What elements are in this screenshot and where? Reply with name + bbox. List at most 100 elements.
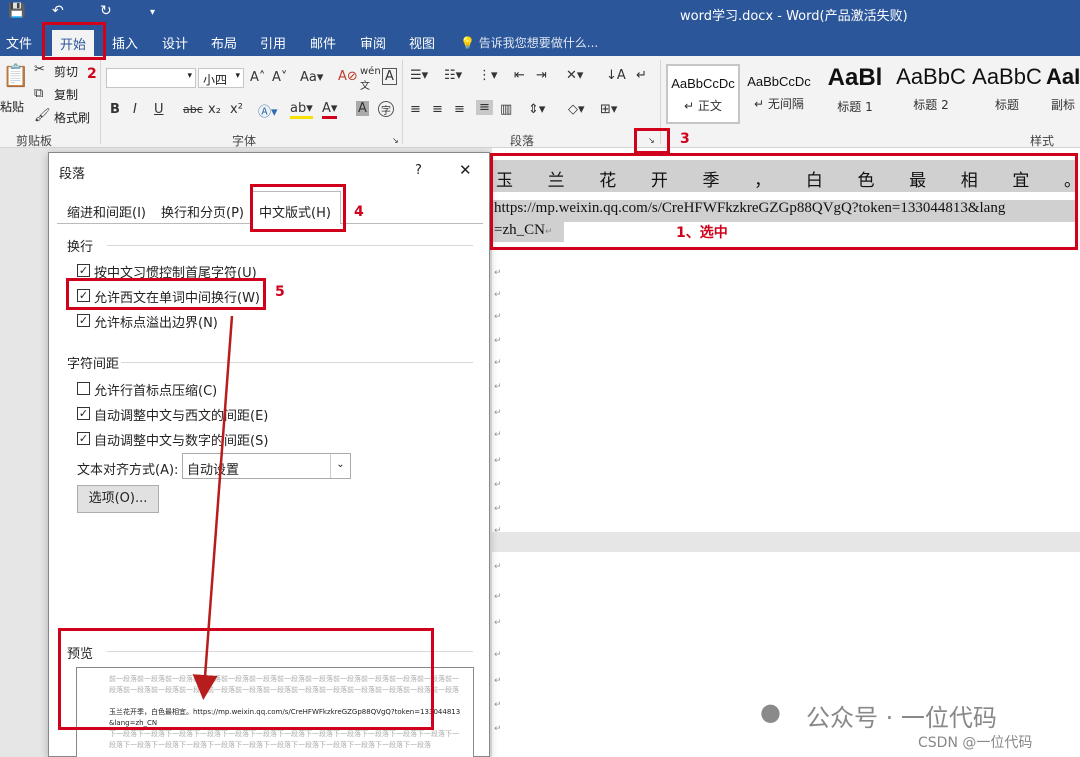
- close-icon[interactable]: ✕: [459, 161, 472, 179]
- chinese-layout-icon[interactable]: ✕▾: [566, 68, 583, 83]
- paragraph-mark: ↵: [494, 480, 502, 490]
- tab-insert[interactable]: 插入: [112, 33, 138, 52]
- doc-char: 季: [702, 171, 720, 190]
- chk-control-first-last[interactable]: ✓: [77, 264, 90, 277]
- superscript-icon[interactable]: x²: [230, 102, 243, 117]
- show-marks-icon[interactable]: ↵: [636, 68, 647, 83]
- ribbon-tabs: 文件 开始 插入 设计 布局 引用 邮件 审阅 视图 💡 告诉我您想要做什么..…: [0, 28, 1080, 56]
- format-painter-label[interactable]: 格式刷: [54, 109, 90, 126]
- shading-icon[interactable]: ◇▾: [568, 102, 585, 117]
- format-painter-icon[interactable]: 🖌: [34, 108, 51, 123]
- numbering-icon[interactable]: ☷▾: [444, 68, 462, 83]
- chk-compress-punctuation[interactable]: [77, 382, 90, 395]
- grow-font-icon[interactable]: A˄: [250, 70, 265, 85]
- decrease-indent-icon[interactable]: ⇤: [514, 68, 525, 83]
- style-no-spacing[interactable]: AaBbCcDc ↵ 无间隔: [742, 64, 816, 124]
- style-normal[interactable]: AaBbCcDc ↵ 正文: [666, 64, 740, 124]
- line-spacing-icon[interactable]: ⇕▾: [528, 102, 545, 117]
- label-punctuation-overflow: 允许标点溢出边界(N): [94, 316, 218, 331]
- subscript-icon[interactable]: x₂: [208, 102, 221, 117]
- tab-references[interactable]: 引用: [260, 33, 286, 52]
- customize-qat-icon[interactable]: ▾: [150, 7, 155, 18]
- phonetic-guide-icon[interactable]: wén 文: [360, 66, 381, 92]
- shrink-font-icon[interactable]: A˅: [272, 70, 287, 85]
- bullets-icon[interactable]: ☰▾: [410, 68, 428, 83]
- page-gap: [492, 532, 1080, 552]
- save-icon[interactable]: 💾: [8, 3, 25, 19]
- italic-icon[interactable]: I: [133, 102, 137, 117]
- tab-file[interactable]: 文件: [6, 33, 32, 52]
- clear-format-icon[interactable]: A⊘: [338, 69, 358, 84]
- annotation-1: 1、选中: [676, 225, 728, 241]
- align-select[interactable]: 自动设置 ⌄: [182, 453, 351, 479]
- char-border-icon[interactable]: A: [382, 68, 397, 85]
- paragraph-mark: ↵: [494, 290, 502, 300]
- strikethrough-icon[interactable]: abc: [183, 103, 203, 116]
- doc-char: 白: [805, 171, 823, 190]
- paragraph-mark: ↵: [494, 268, 502, 278]
- paragraph-mark: ↵: [494, 312, 502, 322]
- selected-line-1[interactable]: 玉 兰 花 开 季 ， 白 色 最 相 宜 。: [492, 160, 1080, 192]
- increase-indent-icon[interactable]: ⇥: [536, 68, 547, 83]
- tab-design[interactable]: 设计: [162, 33, 188, 52]
- tab-view[interactable]: 视图: [409, 33, 435, 52]
- paste-icon[interactable]: 📋: [2, 64, 29, 89]
- tab-asian-typography[interactable]: 中文版式(H): [259, 202, 331, 221]
- justify-icon[interactable]: ≡: [476, 100, 493, 115]
- chk-allow-latin-wrap[interactable]: ✓: [77, 289, 90, 302]
- tab-mailings[interactable]: 邮件: [310, 33, 336, 52]
- enclose-char-icon[interactable]: 字: [378, 101, 394, 117]
- undo-icon[interactable]: ↶: [52, 3, 64, 19]
- preview-next-paragraph: 下一段落下一段落下一段落下一段落下一段落下一段落下一段落下一段落下一段落下一段落…: [109, 730, 459, 749]
- style-heading-1[interactable]: AaBl 标题 1: [818, 64, 892, 124]
- options-button[interactable]: 选项(O)...: [77, 485, 159, 513]
- multilevel-list-icon[interactable]: ⋮▾: [478, 68, 498, 83]
- distributed-icon[interactable]: ▥: [500, 102, 512, 117]
- annotation-5: 5: [275, 284, 285, 300]
- selected-url-line-2[interactable]: =zh_CN↵: [492, 222, 564, 242]
- paragraph-dialog-launcher-icon[interactable]: ↘: [648, 136, 655, 145]
- copy-label[interactable]: 复制: [54, 86, 78, 103]
- tab-indent-spacing[interactable]: 缩进和间距(I): [67, 202, 146, 221]
- cut-label[interactable]: 剪切: [54, 63, 78, 80]
- borders-icon[interactable]: ⊞▾: [600, 102, 617, 117]
- tab-home[interactable]: 开始: [52, 30, 95, 56]
- underline-icon[interactable]: U: [154, 102, 164, 117]
- copy-icon[interactable]: ⧉: [34, 86, 43, 101]
- selected-url-line-1[interactable]: https://mp.weixin.qq.com/s/CreHFWFkzkreG…: [492, 200, 1076, 222]
- tell-me-box[interactable]: 💡 告诉我您想要做什么...: [460, 34, 598, 51]
- align-right-icon[interactable]: ≡: [454, 102, 465, 117]
- font-size-box[interactable]: 小四 ▾: [198, 68, 244, 88]
- redo-icon[interactable]: ↻: [100, 3, 112, 19]
- char-shading-icon[interactable]: A: [356, 101, 369, 116]
- font-dialog-launcher-icon[interactable]: ↘: [392, 136, 399, 145]
- paragraph-mark: ↵: [494, 700, 502, 710]
- style-title[interactable]: AaBbC 标题: [970, 64, 1044, 124]
- paragraph-mark: ↵: [494, 562, 502, 572]
- highlight-icon[interactable]: ab▾: [290, 101, 313, 119]
- sort-icon[interactable]: ↓A: [606, 68, 626, 83]
- font-name-box[interactable]: ▾: [106, 68, 196, 88]
- paragraph-group-label: 段落: [510, 134, 535, 148]
- paragraph-mark: ↵: [494, 430, 502, 440]
- document-page[interactable]: [492, 148, 1080, 757]
- chk-punctuation-overflow[interactable]: ✓: [77, 314, 90, 327]
- tab-layout[interactable]: 布局: [211, 33, 237, 52]
- help-button[interactable]: ?: [415, 163, 422, 178]
- align-center-icon[interactable]: ≡: [432, 102, 443, 117]
- tab-line-page-breaks[interactable]: 换行和分页(P): [161, 202, 244, 221]
- align-left-icon[interactable]: ≡: [410, 102, 421, 117]
- style-heading-2[interactable]: AaBbC 标题 2: [894, 64, 968, 124]
- tab-review[interactable]: 审阅: [360, 33, 386, 52]
- chk-space-asian-latin[interactable]: ✓: [77, 407, 90, 420]
- font-color-icon[interactable]: A▾: [322, 101, 338, 119]
- doc-char: 花: [599, 171, 617, 190]
- bold-icon[interactable]: B: [110, 102, 120, 117]
- doc-char: 玉: [496, 171, 513, 190]
- chk-space-asian-number[interactable]: ✓: [77, 432, 90, 445]
- change-case-icon[interactable]: Aa▾: [300, 70, 323, 85]
- style-subtitle[interactable]: AaI 副标: [1046, 64, 1080, 124]
- text-effects-icon[interactable]: Ⓐ▾: [258, 101, 278, 120]
- paste-label[interactable]: 粘贴: [0, 98, 24, 115]
- cut-icon[interactable]: ✂: [34, 62, 45, 77]
